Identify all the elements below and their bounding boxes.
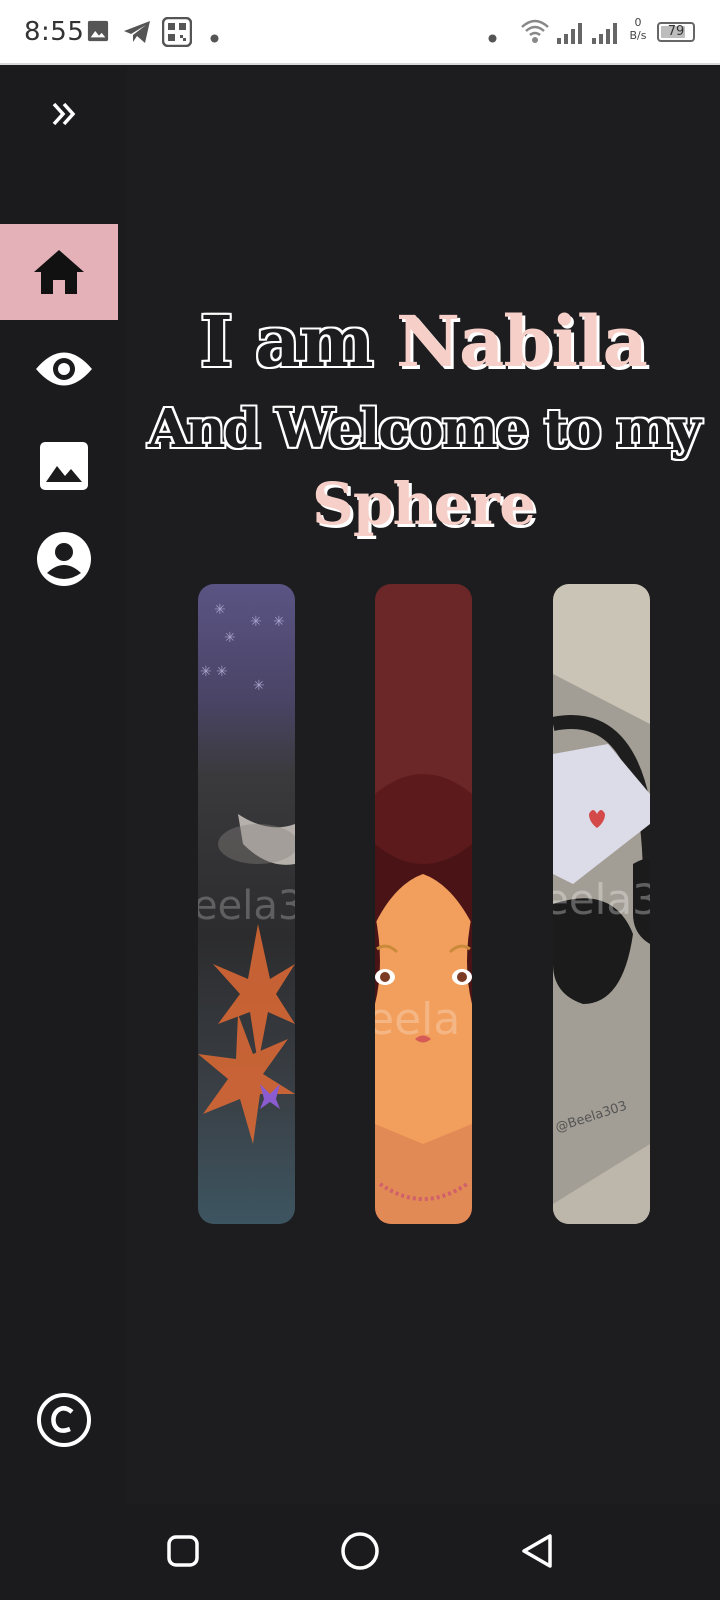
artwork-card-night-flowers[interactable]: ✳ ✳ ✳ ✳ ✳ ✳ ✳ eela3 [198,584,295,1224]
sidebar-item-view[interactable] [20,335,108,403]
image-icon [40,442,88,490]
home-circle-icon [341,1532,379,1570]
recents-icon [167,1535,199,1567]
signal-icon [556,22,586,48]
hero-welcome: And Welcome to my [147,398,701,460]
status-bar: 8:55 0 B/s 79 [0,0,720,65]
artwork-headphones-image: eela3 @Beela303 [553,584,650,1224]
expand-sidebar-button[interactable] [38,88,90,140]
back-triangle-icon [522,1534,552,1568]
net-speed-unit: B/s [629,29,647,42]
hero-intro-line: I am Nabila [127,300,720,383]
system-nav-bar [0,1504,720,1600]
artwork-portrait-image: eela [375,584,472,1224]
sidebar-item-gallery[interactable] [20,432,108,500]
svg-text:✳: ✳ [214,602,226,618]
svg-text:✳: ✳ [253,678,265,694]
artwork-watermark: eela3 [553,875,650,924]
double-chevron-right-icon [52,102,76,126]
wifi-icon [520,17,550,49]
battery-level: 79 [667,24,685,39]
hero-sphere-line: Sphere [127,470,720,538]
net-speed: 0 B/s [625,16,651,42]
artwork-watermark: eela3 [198,883,295,929]
hero-name: Nabila [396,300,648,383]
artwork-watermark: eela [375,994,460,1045]
hero-welcome-line: And Welcome to my [127,398,720,460]
artwork-card-headphones[interactable]: eela3 @Beela303 [553,584,650,1224]
hero-intro: I am [200,300,397,383]
copyright-icon [37,1393,91,1447]
svg-text:✳: ✳ [200,664,212,680]
sidebar-item-profile[interactable] [20,525,108,593]
recents-button[interactable] [158,1526,208,1576]
back-button[interactable] [512,1524,562,1578]
dot-icon [488,28,497,47]
sidebar-item-home[interactable] [0,224,118,320]
qr-app-icon [161,16,193,51]
hero-sphere: Sphere [312,470,536,538]
status-time: 8:55 [24,17,85,47]
svg-text:✳: ✳ [224,630,236,646]
eye-icon [36,352,92,386]
home-nav-button[interactable] [335,1524,385,1578]
signal-icon [591,22,621,48]
svg-text:✳: ✳ [250,614,262,630]
artwork-card-portrait[interactable]: eela [375,584,472,1224]
telegram-icon [122,19,152,49]
artwork-night-flowers-image: ✳✳ ✳ ✳✳✳✳ eela3 [198,584,295,1224]
account-circle-icon [37,532,91,586]
svg-text:✳: ✳ [273,614,285,630]
copyright-button[interactable] [34,1390,94,1450]
battery-icon: 79 [657,22,695,42]
gallery-notification-icon [87,20,109,46]
svg-text:✳: ✳ [216,664,228,680]
more-notifications-dot-icon [210,28,219,47]
net-speed-value: 0 [634,16,642,29]
home-icon [34,250,84,294]
